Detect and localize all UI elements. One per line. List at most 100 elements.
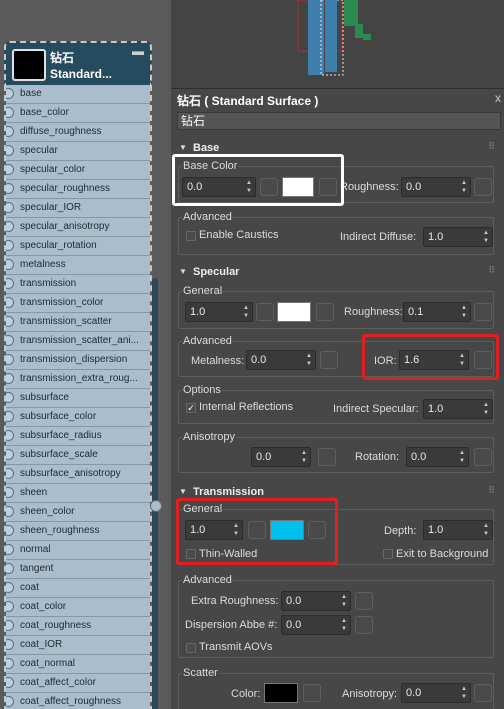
spinner-arrows-icon[interactable]: ▲ ▼ [341, 617, 347, 633]
navigator-preview[interactable] [171, 0, 504, 87]
specular-weight-map-button[interactable] [256, 303, 274, 321]
input-socket[interactable] [6, 145, 14, 156]
node-param-row[interactable]: base_color [6, 104, 150, 123]
input-socket[interactable] [6, 335, 14, 346]
input-socket[interactable] [6, 202, 14, 213]
spinner-arrows-icon[interactable]: ▲ ▼ [233, 522, 239, 538]
node-param-row[interactable]: subsurface [6, 389, 150, 408]
dispersion-spinner[interactable]: 0.0 ▲ ▼ [281, 615, 351, 635]
rollout-specular[interactable]: ▼ Specular ⠿ [177, 265, 497, 281]
node-param-row[interactable]: coat [6, 579, 150, 598]
base-color-map-button[interactable] [319, 178, 337, 196]
ior-spinner[interactable]: 1.6 ▲ ▼ [399, 350, 469, 370]
spinner-arrows-icon[interactable]: ▲ ▼ [483, 401, 489, 417]
input-socket[interactable] [6, 297, 14, 308]
spinner-arrows-icon[interactable]: ▲ ▼ [341, 593, 347, 609]
spinner-arrows-icon[interactable]: ▲ ▼ [461, 304, 467, 320]
scatter-anisotropy-map-button[interactable] [474, 684, 492, 702]
node-param-row[interactable]: transmission_scatter [6, 313, 150, 332]
rollout-base[interactable]: ▼ Base ⠿ [177, 141, 497, 157]
material-name-field[interactable]: 钻石 [177, 112, 501, 130]
specular-rotation-map-button[interactable] [474, 448, 492, 466]
specular-color-map-button[interactable] [316, 303, 334, 321]
node-param-row[interactable]: metalness [6, 256, 150, 275]
collapse-arrow-icon[interactable]: ▼ [179, 267, 187, 276]
specular-weight-spinner[interactable]: 1.0 ▲ ▼ [185, 302, 253, 322]
exit-to-background-checkbox[interactable] [383, 549, 393, 559]
extra-roughness-map-button[interactable] [355, 592, 373, 610]
ior-map-button[interactable] [474, 351, 492, 369]
input-socket[interactable] [6, 221, 14, 232]
input-socket[interactable] [6, 525, 14, 536]
extra-roughness-spinner[interactable]: 0.0 ▲ ▼ [281, 591, 351, 611]
input-socket[interactable] [6, 430, 14, 441]
indirect-specular-spinner[interactable]: 1.0 ▲ ▼ [423, 399, 493, 419]
input-socket[interactable] [6, 259, 14, 270]
internal-reflections-checkbox[interactable]: ✓ [186, 403, 196, 413]
node-param-row[interactable]: subsurface_radius [6, 427, 150, 446]
specular-anisotropy-map-button[interactable] [318, 448, 336, 466]
transmission-weight-map-button[interactable] [248, 521, 266, 539]
rollout-transmission[interactable]: ▼ Transmission ⠿ [177, 485, 497, 501]
node-param-row[interactable]: diffuse_roughness [6, 123, 150, 142]
node-param-row[interactable]: transmission_color [6, 294, 150, 313]
node-param-row[interactable]: subsurface_anisotropy [6, 465, 150, 484]
node-param-row[interactable]: specular [6, 142, 150, 161]
metalness-map-button[interactable] [320, 351, 338, 369]
thin-walled-checkbox[interactable] [186, 549, 196, 559]
input-socket[interactable] [6, 411, 14, 422]
node-param-row[interactable]: tangent [6, 560, 150, 579]
node-param-row[interactable]: specular_anisotropy [6, 218, 150, 237]
spinner-arrows-icon[interactable]: ▲ ▼ [483, 522, 489, 538]
scatter-anisotropy-spinner[interactable]: 0.0 ▲ ▼ [401, 683, 471, 703]
input-socket[interactable] [6, 506, 14, 517]
input-socket[interactable] [6, 601, 14, 612]
transmission-depth-spinner[interactable]: 1.0 ▲ ▼ [423, 520, 493, 540]
spinner-arrows-icon[interactable]: ▲ ▼ [483, 229, 489, 245]
input-socket[interactable] [6, 468, 14, 479]
node-param-row[interactable]: sheen [6, 484, 150, 503]
input-socket[interactable] [6, 620, 14, 631]
input-socket[interactable] [6, 544, 14, 555]
dispersion-map-button[interactable] [355, 616, 373, 634]
transmit-aovs-checkbox[interactable] [186, 643, 196, 653]
diffuse-roughness-map-button[interactable] [474, 178, 492, 196]
node-param-row[interactable]: specular_IOR [6, 199, 150, 218]
scatter-color-map-button[interactable] [303, 684, 321, 702]
transmission-weight-spinner[interactable]: 1.0 ▲ ▼ [185, 520, 243, 540]
spinner-arrows-icon[interactable]: ▲ ▼ [246, 179, 252, 195]
base-color-swatch[interactable] [282, 177, 314, 197]
spinner-arrows-icon[interactable]: ▲ ▼ [461, 685, 467, 701]
node-param-row[interactable]: subsurface_scale [6, 446, 150, 465]
spinner-arrows-icon[interactable]: ▲ ▼ [461, 179, 467, 195]
material-node[interactable]: 钻石 Standard... ▬ base base_color diffuse_r… [4, 41, 152, 709]
input-socket[interactable] [6, 449, 14, 460]
input-socket[interactable] [6, 696, 14, 707]
base-weight-map-button[interactable] [260, 178, 278, 196]
close-icon[interactable]: x [495, 91, 501, 105]
input-socket[interactable] [6, 164, 14, 175]
input-socket[interactable] [6, 126, 14, 137]
node-param-row[interactable]: sheen_color [6, 503, 150, 522]
minimize-icon[interactable]: ▬ [132, 45, 144, 57]
node-param-row[interactable]: coat_color [6, 598, 150, 617]
node-param-row[interactable]: transmission_dispersion [6, 351, 150, 370]
node-param-row[interactable]: coat_roughness [6, 617, 150, 636]
input-socket[interactable] [6, 88, 14, 99]
specular-color-swatch[interactable] [277, 302, 311, 322]
specular-anisotropy-spinner[interactable]: 0.0 ▲ ▼ [251, 447, 311, 467]
node-param-row[interactable]: coat_normal [6, 655, 150, 674]
input-socket[interactable] [6, 240, 14, 251]
node-param-row[interactable]: sheen_roughness [6, 522, 150, 541]
input-socket[interactable] [6, 658, 14, 669]
node-param-row[interactable]: transmission_scatter_ani... [6, 332, 150, 351]
node-param-row[interactable]: subsurface_color [6, 408, 150, 427]
spinner-arrows-icon[interactable]: ▲ ▼ [459, 352, 465, 368]
spinner-arrows-icon[interactable]: ▲ ▼ [301, 449, 307, 465]
input-socket[interactable] [6, 316, 14, 327]
metalness-spinner[interactable]: 0.0 ▲ ▼ [246, 350, 316, 370]
specular-rotation-spinner[interactable]: 0.0 ▲ ▼ [406, 447, 469, 467]
input-socket[interactable] [6, 639, 14, 650]
node-param-row[interactable]: normal [6, 541, 150, 560]
input-socket[interactable] [6, 183, 14, 194]
